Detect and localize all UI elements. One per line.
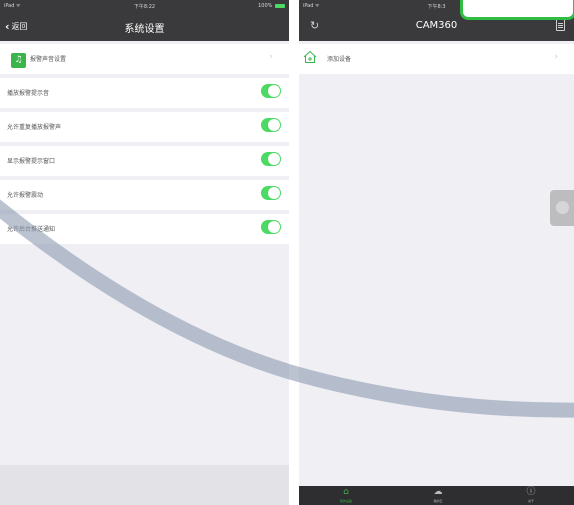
chevron-right-icon: › xyxy=(554,52,558,62)
status-bar: iPad ᯤ 下午8:22 100% xyxy=(0,0,289,11)
battery-indicator: 100% xyxy=(258,3,285,9)
row-label: 添加设备 xyxy=(327,56,352,63)
alarm-sound-settings-row[interactable]: ♫ 报警声音设置 › xyxy=(0,44,289,74)
status-time: 下午8:22 xyxy=(133,4,156,10)
home-add-icon xyxy=(303,50,317,63)
battery-percent: 100% xyxy=(258,3,273,9)
tab-label: 关于 xyxy=(527,499,534,503)
row-label: 允许报警震动 xyxy=(7,192,44,199)
bottom-area xyxy=(0,465,289,505)
tab-bar: ⌂ 我的设备 ☁ 我的云 ⓘ 关于 xyxy=(299,486,574,505)
page-title: 系统设置 xyxy=(124,24,165,35)
show-window-toggle[interactable] xyxy=(261,152,281,166)
repeat-sound-toggle[interactable] xyxy=(261,118,281,132)
home-icon: ⌂ xyxy=(343,487,349,497)
assistive-touch-button[interactable] xyxy=(550,190,574,226)
page-title: CAM360 xyxy=(415,20,458,31)
document-icon[interactable] xyxy=(556,19,565,31)
add-device-row[interactable]: 添加设备 › xyxy=(299,44,574,74)
tab-my-devices[interactable]: ⌂ 我的设备 xyxy=(331,487,361,504)
green-banner xyxy=(460,0,574,20)
vibrate-toggle[interactable] xyxy=(261,186,281,200)
row-label: 报警声音设置 xyxy=(30,56,67,63)
tab-label: 我的设备 xyxy=(339,499,352,503)
device-list-screen: iPad ᯤ 下午8:3 ↻ CAM360 添加设备 › ⌂ 我的设备 ☁ 我的… xyxy=(299,0,574,505)
settings-screen: iPad ᯤ 下午8:22 100% ‹ 返回 系统设置 ♫ 报警声音设置 › 播… xyxy=(0,0,289,505)
tab-my-cloud[interactable]: ☁ 我的云 xyxy=(423,487,453,504)
cloud-icon: ☁ xyxy=(433,487,443,497)
setting-row-push: 允许后台推送通知 xyxy=(0,214,289,244)
row-label: 显示报警提示窗口 xyxy=(7,158,56,165)
push-notification-toggle[interactable] xyxy=(261,220,281,234)
tab-label: 我的云 xyxy=(433,499,443,503)
row-label: 播放报警提示音 xyxy=(7,90,50,97)
row-label: 允许重复播放报警声 xyxy=(7,124,62,131)
bell-icon: ♫ xyxy=(11,53,26,68)
settings-list: ♫ 报警声音设置 › 播放报警提示音 允许重复播放报警声 显示报警提示窗口 允许… xyxy=(0,41,289,244)
setting-row-vibrate: 允许报警震动 xyxy=(0,180,289,210)
setting-row-play-sound: 播放报警提示音 xyxy=(0,78,289,108)
play-sound-toggle[interactable] xyxy=(261,84,281,98)
device-list: 添加设备 › xyxy=(299,41,574,74)
battery-icon xyxy=(275,3,285,8)
info-icon: ⓘ xyxy=(526,487,536,497)
setting-row-repeat-sound: 允许重复播放报警声 xyxy=(0,112,289,142)
row-label: 允许后台推送通知 xyxy=(7,226,56,233)
tab-about[interactable]: ⓘ 关于 xyxy=(516,487,546,504)
setting-row-show-window: 显示报警提示窗口 xyxy=(0,146,289,176)
nav-bar: ‹ 返回 系统设置 xyxy=(0,11,289,41)
chevron-right-icon: › xyxy=(269,52,273,62)
